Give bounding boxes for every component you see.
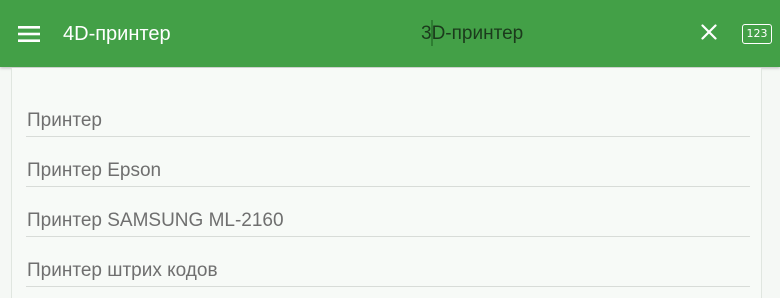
suggestion-item[interactable]: Принтер SAMSUNG ML-2160 <box>26 187 750 237</box>
menu-button[interactable] <box>12 17 46 51</box>
search-input-value[interactable]: 3D-принтер <box>421 22 523 46</box>
suggestion-item[interactable]: Принтер Epson <box>26 137 750 187</box>
suggestion-label: Принтер штрих кодов <box>27 260 218 281</box>
close-icon <box>701 23 717 45</box>
app-title: 4D-принтер <box>63 23 171 45</box>
suggestion-item[interactable]: Принтер <box>26 87 750 137</box>
hamburger-menu-icon <box>18 26 40 42</box>
suggestion-label: Принтер SAMSUNG ML-2160 <box>27 210 284 231</box>
suggestion-label: Принтер <box>27 110 102 131</box>
suggestion-item[interactable]: Принтер штрих кодов <box>26 237 750 287</box>
app-bar: 4D-принтер 3D-принтер 123 <box>0 0 780 67</box>
clear-search-button[interactable] <box>694 19 724 49</box>
numeric-keyboard-toggle-button[interactable]: 123 <box>742 24 772 44</box>
suggestion-label: Принтер Epson <box>27 160 162 181</box>
search-suggestions-list: Принтер Принтер Epson Принтер SAMSUNG ML… <box>11 68 762 298</box>
